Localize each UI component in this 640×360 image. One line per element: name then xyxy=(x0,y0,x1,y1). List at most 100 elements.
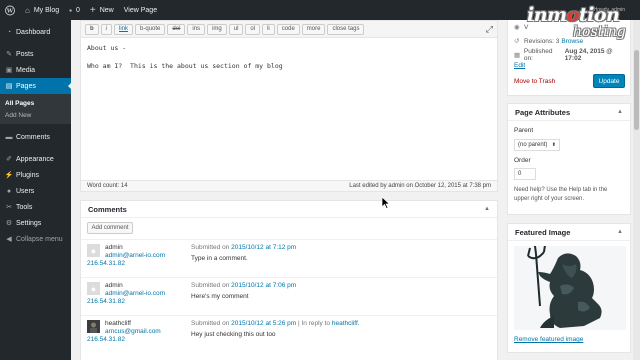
qt-bold-button[interactable]: b xyxy=(85,23,99,35)
collapse-menu-button[interactable]: ◀ Collapse menu xyxy=(0,231,71,247)
parent-select-value: (no parent) xyxy=(518,142,548,148)
update-button[interactable]: Update xyxy=(593,74,625,88)
qt-del-button[interactable]: del xyxy=(167,23,186,35)
comment-email-link[interactable]: admin@arnel-io.com xyxy=(105,252,165,259)
toggle-arrow-icon[interactable]: ▲ xyxy=(617,109,623,115)
qt-more-button[interactable]: more xyxy=(301,23,326,35)
edit-date-link[interactable]: Edit xyxy=(514,62,525,69)
fullscreen-icon[interactable]: ⤢ xyxy=(486,24,493,35)
qt-ul-button[interactable]: ul xyxy=(228,23,244,35)
sidebar-item-pages[interactable]: ▤ Pages xyxy=(0,78,72,94)
avatar xyxy=(87,320,100,333)
view-page-link[interactable]: View Page xyxy=(119,0,162,20)
sidebar-item-label: Users xyxy=(16,187,35,195)
toggle-arrow-icon[interactable]: ▲ xyxy=(617,229,623,235)
comment-text: Type in a comment. xyxy=(191,255,248,262)
submitted-label: Submitted on xyxy=(191,282,230,289)
qt-blockquote-button[interactable]: b-quote xyxy=(135,23,166,35)
submenu-add-new[interactable]: Add New xyxy=(0,109,71,121)
media-icon: ▣ xyxy=(5,67,13,74)
attributes-help-text: Need help? Use the Help tab in the upper… xyxy=(514,187,608,202)
logo-line-1: inmotion xyxy=(527,4,620,26)
svg-text:W: W xyxy=(6,8,14,14)
comment-author: heathcliff xyxy=(105,320,131,327)
word-count: Word count: 14 xyxy=(87,183,128,189)
content-textarea[interactable]: About us - Who am I? This is the about us… xyxy=(81,38,497,77)
comments-header[interactable]: Comments ▲ xyxy=(81,201,497,218)
comments-title: Comments xyxy=(88,204,127,214)
admin-sidebar: ◔ Dashboard ✎ Posts ▣ Media ▤ Pages All … xyxy=(0,20,72,360)
qt-ol-button[interactable]: ol xyxy=(245,23,261,35)
comment-email-link[interactable]: arncus@gmail.com xyxy=(105,328,161,335)
submitted-label: Submitted on xyxy=(191,244,230,251)
move-to-trash-link[interactable]: Move to Trash xyxy=(514,78,555,85)
comment-date-link[interactable]: 2015/10/12 at 5:26 pm xyxy=(231,320,296,327)
qt-link-button[interactable]: link xyxy=(114,23,134,35)
comments-metabox: Comments ▲ Add comment ● admin admin@arn… xyxy=(80,200,498,360)
featured-image-title: Featured Image xyxy=(515,227,571,237)
comment-ip-link[interactable]: 216.54.31.82 xyxy=(87,260,125,267)
qt-italic-button[interactable]: i xyxy=(100,23,113,35)
comment-email-link[interactable]: admin@arnel-io.com xyxy=(105,290,165,297)
comment-ip-link[interactable]: 216.54.31.82 xyxy=(87,298,125,305)
settings-icon: ⚙ xyxy=(5,220,13,227)
qt-close-tags-button[interactable]: close tags xyxy=(327,23,365,35)
page-scrollbar[interactable] xyxy=(633,20,640,360)
comments-link[interactable]: ▪ 0 xyxy=(64,0,85,20)
page-attributes-header[interactable]: Page Attributes ▲ xyxy=(508,104,630,121)
reply-prefix: | In reply to xyxy=(298,320,331,327)
qt-img-button[interactable]: img xyxy=(207,23,227,35)
updown-arrows-icon: ⬍ xyxy=(551,142,556,148)
comment-ip-link[interactable]: 216.54.31.82 xyxy=(87,336,125,343)
submenu-all-pages[interactable]: All Pages xyxy=(0,97,71,109)
pages-submenu: All Pages Add New xyxy=(0,94,71,124)
sidebar-item-label: Pages xyxy=(16,82,36,90)
logo-part-a: inm xyxy=(527,4,567,26)
remove-featured-image-link[interactable]: Remove featured image xyxy=(514,336,583,343)
order-input[interactable]: 0 xyxy=(514,168,536,180)
sidebar-item-posts[interactable]: ✎ Posts xyxy=(0,46,71,62)
comment-meta: Submitted on 2015/10/12 at 7:06 pm xyxy=(191,282,296,289)
sidebar-item-label: Settings xyxy=(16,219,42,227)
sidebar-item-comments[interactable]: ▬ Comments xyxy=(0,129,71,145)
reply-to-link[interactable]: heathcliff. xyxy=(332,320,360,327)
calendar-icon: ▦ xyxy=(514,52,521,59)
published-label: Published on: xyxy=(523,48,553,62)
comment-meta: Submitted on 2015/10/12 at 7:12 pm xyxy=(191,244,296,251)
logo-line-2: hosting xyxy=(573,24,626,40)
content-line-2: Who am I? This is the about us section o… xyxy=(87,62,283,70)
comment-text: Hey just checking this out too xyxy=(191,331,276,338)
collapse-icon: ◀ xyxy=(6,236,12,243)
scrollbar-thumb[interactable] xyxy=(634,50,639,130)
sidebar-item-users[interactable]: ● Users xyxy=(0,183,71,199)
comment-date-link[interactable]: 2015/10/12 at 7:06 pm xyxy=(231,282,296,289)
qt-code-button[interactable]: code xyxy=(276,23,300,35)
wordpress-logo-icon[interactable]: W xyxy=(0,0,20,20)
sidebar-item-media[interactable]: ▣ Media xyxy=(0,62,71,78)
comment-row: ● admin admin@arnel-io.com 216.54.31.82 … xyxy=(81,239,497,277)
plugins-icon: ⚡ xyxy=(4,172,14,179)
parent-select[interactable]: (no parent) ⬍ xyxy=(514,139,560,151)
sidebar-item-label: Tools xyxy=(16,203,33,211)
sidebar-item-settings[interactable]: ⚙ Settings xyxy=(0,215,71,231)
toggle-arrow-icon[interactable]: ▲ xyxy=(484,206,490,212)
comment-meta: Submitted on 2015/10/12 at 5:26 pm | In … xyxy=(191,320,360,327)
new-content-link[interactable]: + New xyxy=(85,0,119,20)
sidebar-item-appearance[interactable]: ✐ Appearance xyxy=(0,151,71,167)
comment-date-link[interactable]: 2015/10/12 at 7:12 pm xyxy=(231,244,296,251)
qt-ins-button[interactable]: ins xyxy=(187,23,206,35)
add-comment-button[interactable]: Add comment xyxy=(87,222,133,234)
qt-li-button[interactable]: li xyxy=(262,23,275,35)
sidebar-item-label: Comments xyxy=(16,133,50,141)
posts-icon: ✎ xyxy=(6,51,12,58)
featured-image-header[interactable]: Featured Image ▲ xyxy=(508,224,630,241)
sidebar-item-label: Collapse menu xyxy=(16,235,63,243)
featured-image-thumbnail[interactable] xyxy=(514,244,626,330)
sidebar-item-tools[interactable]: ✂ Tools xyxy=(0,199,71,215)
comment-author: admin xyxy=(105,282,123,289)
site-name-link[interactable]: ⌂ My Blog xyxy=(20,0,64,20)
sidebar-item-plugins[interactable]: ⚡ Plugins xyxy=(0,167,71,183)
page-attributes-metabox: Page Attributes ▲ Parent (no parent) ⬍ O… xyxy=(507,103,631,215)
sidebar-item-dashboard[interactable]: ◔ Dashboard xyxy=(0,24,71,40)
new-label: New xyxy=(99,6,114,14)
